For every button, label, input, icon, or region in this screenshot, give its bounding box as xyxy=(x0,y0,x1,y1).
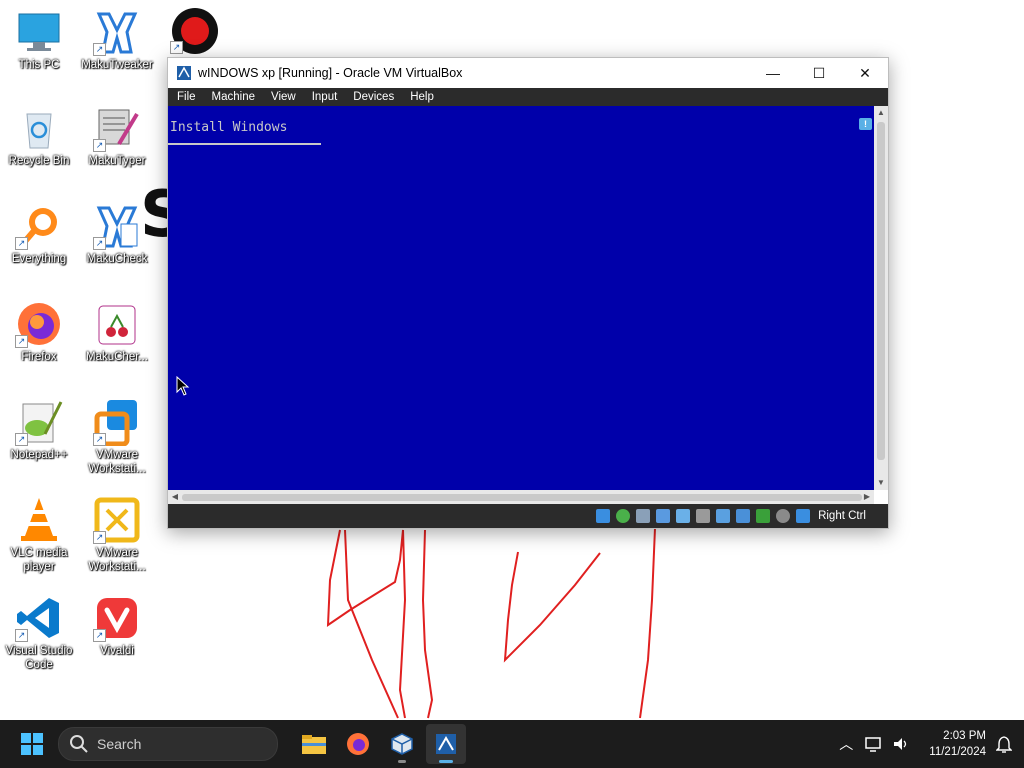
taskbar-clock[interactable]: 2:03 PM 11/21/2024 xyxy=(929,728,986,760)
notification-bell-icon[interactable] xyxy=(996,735,1012,753)
window-title: wINDOWS xp [Running] - Oracle VM Virtual… xyxy=(198,66,463,80)
scroll-down-icon[interactable]: ▼ xyxy=(874,476,888,490)
taskbar-search[interactable]: Search xyxy=(58,727,278,761)
vm-display[interactable]: Install Windows ! xyxy=(168,106,874,490)
menu-devices[interactable]: Devices xyxy=(344,91,401,103)
menu-input[interactable]: Input xyxy=(303,91,345,103)
menu-help[interactable]: Help xyxy=(401,91,441,103)
horizontal-scroll-thumb[interactable] xyxy=(182,494,862,501)
host-key-label: Right Ctrl xyxy=(818,510,866,522)
minimize-button[interactable]: — xyxy=(750,58,796,88)
scroll-left-icon[interactable]: ◀ xyxy=(168,490,182,504)
header-underline xyxy=(168,143,321,145)
cpu-icon[interactable] xyxy=(756,509,771,523)
mouse-cursor-icon xyxy=(176,376,190,396)
start-button[interactable] xyxy=(8,720,56,768)
taskbar-windows-xp-vm[interactable] xyxy=(426,724,466,764)
hard-disk-icon[interactable] xyxy=(596,509,611,523)
window-titlebar[interactable]: wINDOWS xp [Running] - Oracle VM Virtual… xyxy=(168,58,888,88)
maximize-button[interactable]: ☐ xyxy=(796,58,842,88)
status-bar: Right Ctrl xyxy=(168,504,888,528)
vertical-scrollbar[interactable]: ▲ ▼ xyxy=(874,106,888,490)
horizontal-scrollbar[interactable]: ◀ ▶ xyxy=(168,490,874,504)
windows-logo-icon xyxy=(21,733,43,755)
vertical-scroll-thumb[interactable] xyxy=(877,122,885,460)
show-hidden-icons-chevron-icon[interactable]: ︿ xyxy=(839,734,853,754)
notification-icon[interactable]: ! xyxy=(859,118,872,130)
menu-file[interactable]: File xyxy=(168,91,203,103)
optical-drive-icon[interactable] xyxy=(616,509,631,523)
taskbar-file-explorer[interactable] xyxy=(294,724,334,764)
close-button[interactable]: ✕ xyxy=(842,58,888,88)
network-icon[interactable] xyxy=(656,509,671,523)
folder-icon xyxy=(302,735,326,754)
virtualbox-icon xyxy=(177,66,191,80)
host-key-icon[interactable] xyxy=(796,509,811,523)
scroll-up-icon[interactable]: ▲ xyxy=(874,106,888,120)
active-indicator xyxy=(439,760,453,763)
firefox-icon xyxy=(347,733,369,755)
system-tray: ︿ 2:03 PM 11/21/2024 xyxy=(833,720,1024,768)
mouse-integration-icon[interactable] xyxy=(776,509,791,523)
virtualbox-window: wINDOWS xp [Running] - Oracle VM Virtual… xyxy=(167,57,889,529)
windows-xp-vm-icon xyxy=(436,734,456,754)
virtualbox-cube-icon xyxy=(391,733,413,755)
running-indicator xyxy=(398,760,406,763)
volume-icon[interactable] xyxy=(892,736,910,752)
search-icon xyxy=(70,735,88,753)
shared-folders-icon[interactable] xyxy=(696,509,711,523)
taskbar-firefox[interactable] xyxy=(338,724,378,764)
display-icon[interactable] xyxy=(716,509,731,523)
taskbar-virtualbox[interactable] xyxy=(382,724,422,764)
setup-header: Install Windows xyxy=(170,120,288,135)
taskbar: Search ︿ 2:03 PM 11/21/2024 xyxy=(0,720,1024,768)
network-icon[interactable] xyxy=(864,736,882,752)
menu-machine[interactable]: Machine xyxy=(203,91,262,103)
audio-icon[interactable] xyxy=(636,509,651,523)
scroll-right-icon[interactable]: ▶ xyxy=(860,490,874,504)
menu-view[interactable]: View xyxy=(262,91,303,103)
search-placeholder: Search xyxy=(97,736,142,752)
usb-icon[interactable] xyxy=(676,509,691,523)
menu-bar: File Machine View Input Devices Help xyxy=(168,88,888,106)
recording-icon[interactable] xyxy=(736,509,751,523)
clock-date: 11/21/2024 xyxy=(929,746,986,758)
clock-time: 2:03 PM xyxy=(943,730,986,742)
